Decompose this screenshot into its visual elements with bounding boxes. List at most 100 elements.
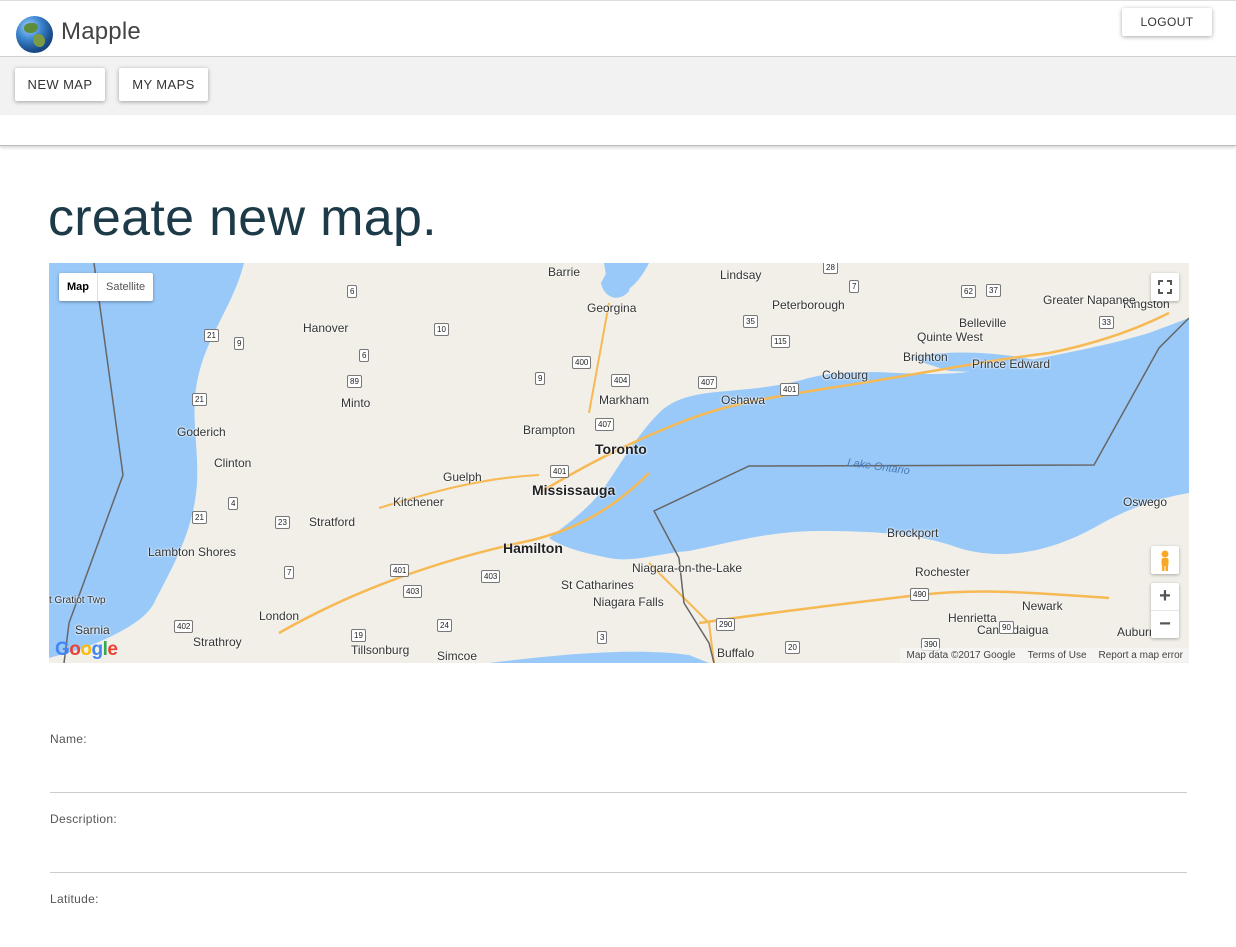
nav-bar: NEW MAP MY MAPS — [0, 57, 1236, 115]
highway-shield: 19 — [351, 629, 366, 642]
report-map-error-link[interactable]: Report a map error — [1099, 650, 1183, 661]
map-place-label: Goderich — [177, 425, 226, 439]
name-field-group: Name: — [50, 732, 1187, 793]
highway-shield: 90 — [999, 621, 1014, 634]
nav-divider — [0, 115, 1236, 146]
map-place-label: Greater Napanee — [1043, 293, 1136, 307]
map-place-label: Niagara Falls — [593, 595, 664, 609]
street-view-pegman-button[interactable] — [1151, 546, 1179, 574]
highway-shield: 35 — [743, 315, 758, 328]
highway-shield: 4 — [228, 497, 239, 510]
map-place-label: Prince Edward — [972, 357, 1051, 371]
highway-shield: 401 — [390, 564, 410, 577]
pegman-icon — [1161, 550, 1169, 571]
highway-shield: 24 — [437, 619, 452, 632]
highway-shield: 402 — [174, 620, 194, 633]
map-place-label: London — [259, 609, 300, 623]
map-place-label: Brampton — [523, 423, 576, 437]
my-maps-button[interactable]: MY MAPS — [119, 68, 208, 101]
map-data-credit: Map data ©2017 Google — [906, 649, 1016, 661]
map-place-label: Simcoe — [437, 649, 478, 663]
highway-shield: 3 — [597, 631, 608, 644]
map-place-label: Stratford — [309, 515, 356, 529]
map-place-label: Peterborough — [772, 298, 845, 312]
map-place-label: Georgina — [587, 301, 637, 315]
map-place-label: Toronto — [595, 441, 647, 457]
map-place-label: Brighton — [903, 350, 948, 364]
logout-button[interactable]: LOGOUT — [1122, 8, 1212, 36]
map-place-label: Belleville — [959, 316, 1007, 330]
new-map-button[interactable]: NEW MAP — [15, 68, 105, 101]
map-type-control: Map Satellite — [59, 273, 154, 301]
zoom-in-button[interactable]: + — [1151, 583, 1179, 611]
map-place-label: Cobourg — [822, 368, 869, 382]
highway-shield: 62 — [961, 285, 976, 298]
globe-logo-icon — [16, 16, 53, 53]
google-logo-letter: G — [55, 639, 70, 660]
highway-shield: 7 — [284, 566, 295, 579]
fullscreen-button[interactable] — [1151, 273, 1179, 301]
highway-shield: 21 — [204, 329, 219, 342]
zoom-control: + − — [1151, 583, 1179, 638]
google-logo-letter: g — [91, 639, 104, 660]
map-type-satellite-button[interactable]: Satellite — [98, 273, 153, 301]
highway-shield: 401 — [550, 465, 570, 478]
map-place-label: t Gratiot Twp — [49, 595, 106, 606]
google-logo: Google — [55, 639, 118, 661]
zoom-out-button[interactable]: − — [1151, 611, 1179, 638]
highway-shield: 33 — [1099, 316, 1114, 329]
app-header: Mapple LOGOUT — [0, 0, 1236, 57]
latitude-field-group: Latitude: — [50, 892, 1187, 906]
map-place-label: Buffalo — [717, 646, 755, 660]
map-place-label: Strathroy — [193, 635, 242, 649]
map-place-label: Lambton Shores — [148, 545, 237, 559]
highway-shield: 401 — [780, 383, 800, 396]
map-place-label: Hamilton — [503, 540, 563, 556]
highway-shield: 21 — [192, 511, 207, 524]
description-input[interactable] — [50, 844, 1187, 873]
latitude-label: Latitude: — [50, 892, 99, 906]
map-place-label: Kitchener — [393, 495, 444, 509]
map-place-label: Clinton — [214, 456, 252, 470]
google-logo-letter: e — [107, 639, 118, 660]
highway-shield: 490 — [910, 588, 930, 601]
highway-shield: 6 — [347, 285, 358, 298]
map-place-label: Newark — [1022, 599, 1063, 613]
highway-shield: 407 — [698, 376, 718, 389]
highway-shield: 21 — [192, 393, 207, 406]
map-place-label: Hanover — [303, 321, 349, 335]
map-place-label: Barrie — [548, 265, 581, 279]
highway-shield: 6 — [359, 349, 370, 362]
highway-shield: 403 — [481, 570, 501, 583]
map-place-label: Markham — [599, 393, 650, 407]
map-place-label: Tillsonburg — [351, 643, 410, 657]
name-input[interactable] — [50, 764, 1187, 793]
map-place-label: Oshawa — [721, 393, 766, 407]
highway-shield: 23 — [275, 516, 290, 529]
map-place-label: Brockport — [887, 526, 939, 540]
map-place-label: Quinte West — [917, 330, 983, 344]
highway-shield: 7 — [849, 280, 860, 293]
highway-shield: 407 — [595, 418, 615, 431]
terms-of-use-link[interactable]: Terms of Use — [1028, 650, 1087, 661]
map-place-label: Auburn — [1117, 625, 1156, 639]
highway-shield: 9 — [535, 372, 546, 385]
map-type-map-button[interactable]: Map — [59, 273, 98, 301]
map-place-label: Guelph — [443, 470, 482, 484]
highway-shield: 9 — [234, 337, 245, 350]
map-place-label: Minto — [341, 396, 371, 410]
highway-shield: 37 — [986, 284, 1001, 297]
map-place-label: Niagara-on-the-Lake — [632, 561, 743, 575]
map-place-label: Lindsay — [720, 268, 762, 282]
map-attribution: Map data ©2017 Google Terms of Use Repor… — [900, 648, 1189, 662]
page-title: create new map. — [48, 189, 437, 247]
highway-shield: 89 — [347, 375, 362, 388]
name-label: Name: — [50, 732, 87, 746]
map-place-label: Oswego — [1123, 495, 1168, 509]
highway-shield: 404 — [611, 374, 631, 387]
google-logo-letter: o — [80, 639, 92, 660]
highway-shield: 20 — [785, 641, 800, 654]
map-place-label: Sarnia — [75, 623, 110, 637]
highway-shield: 400 — [572, 356, 592, 369]
map-canvas[interactable]: Barrie Lindsay Peterborough Kingston Greater… — [49, 263, 1189, 663]
